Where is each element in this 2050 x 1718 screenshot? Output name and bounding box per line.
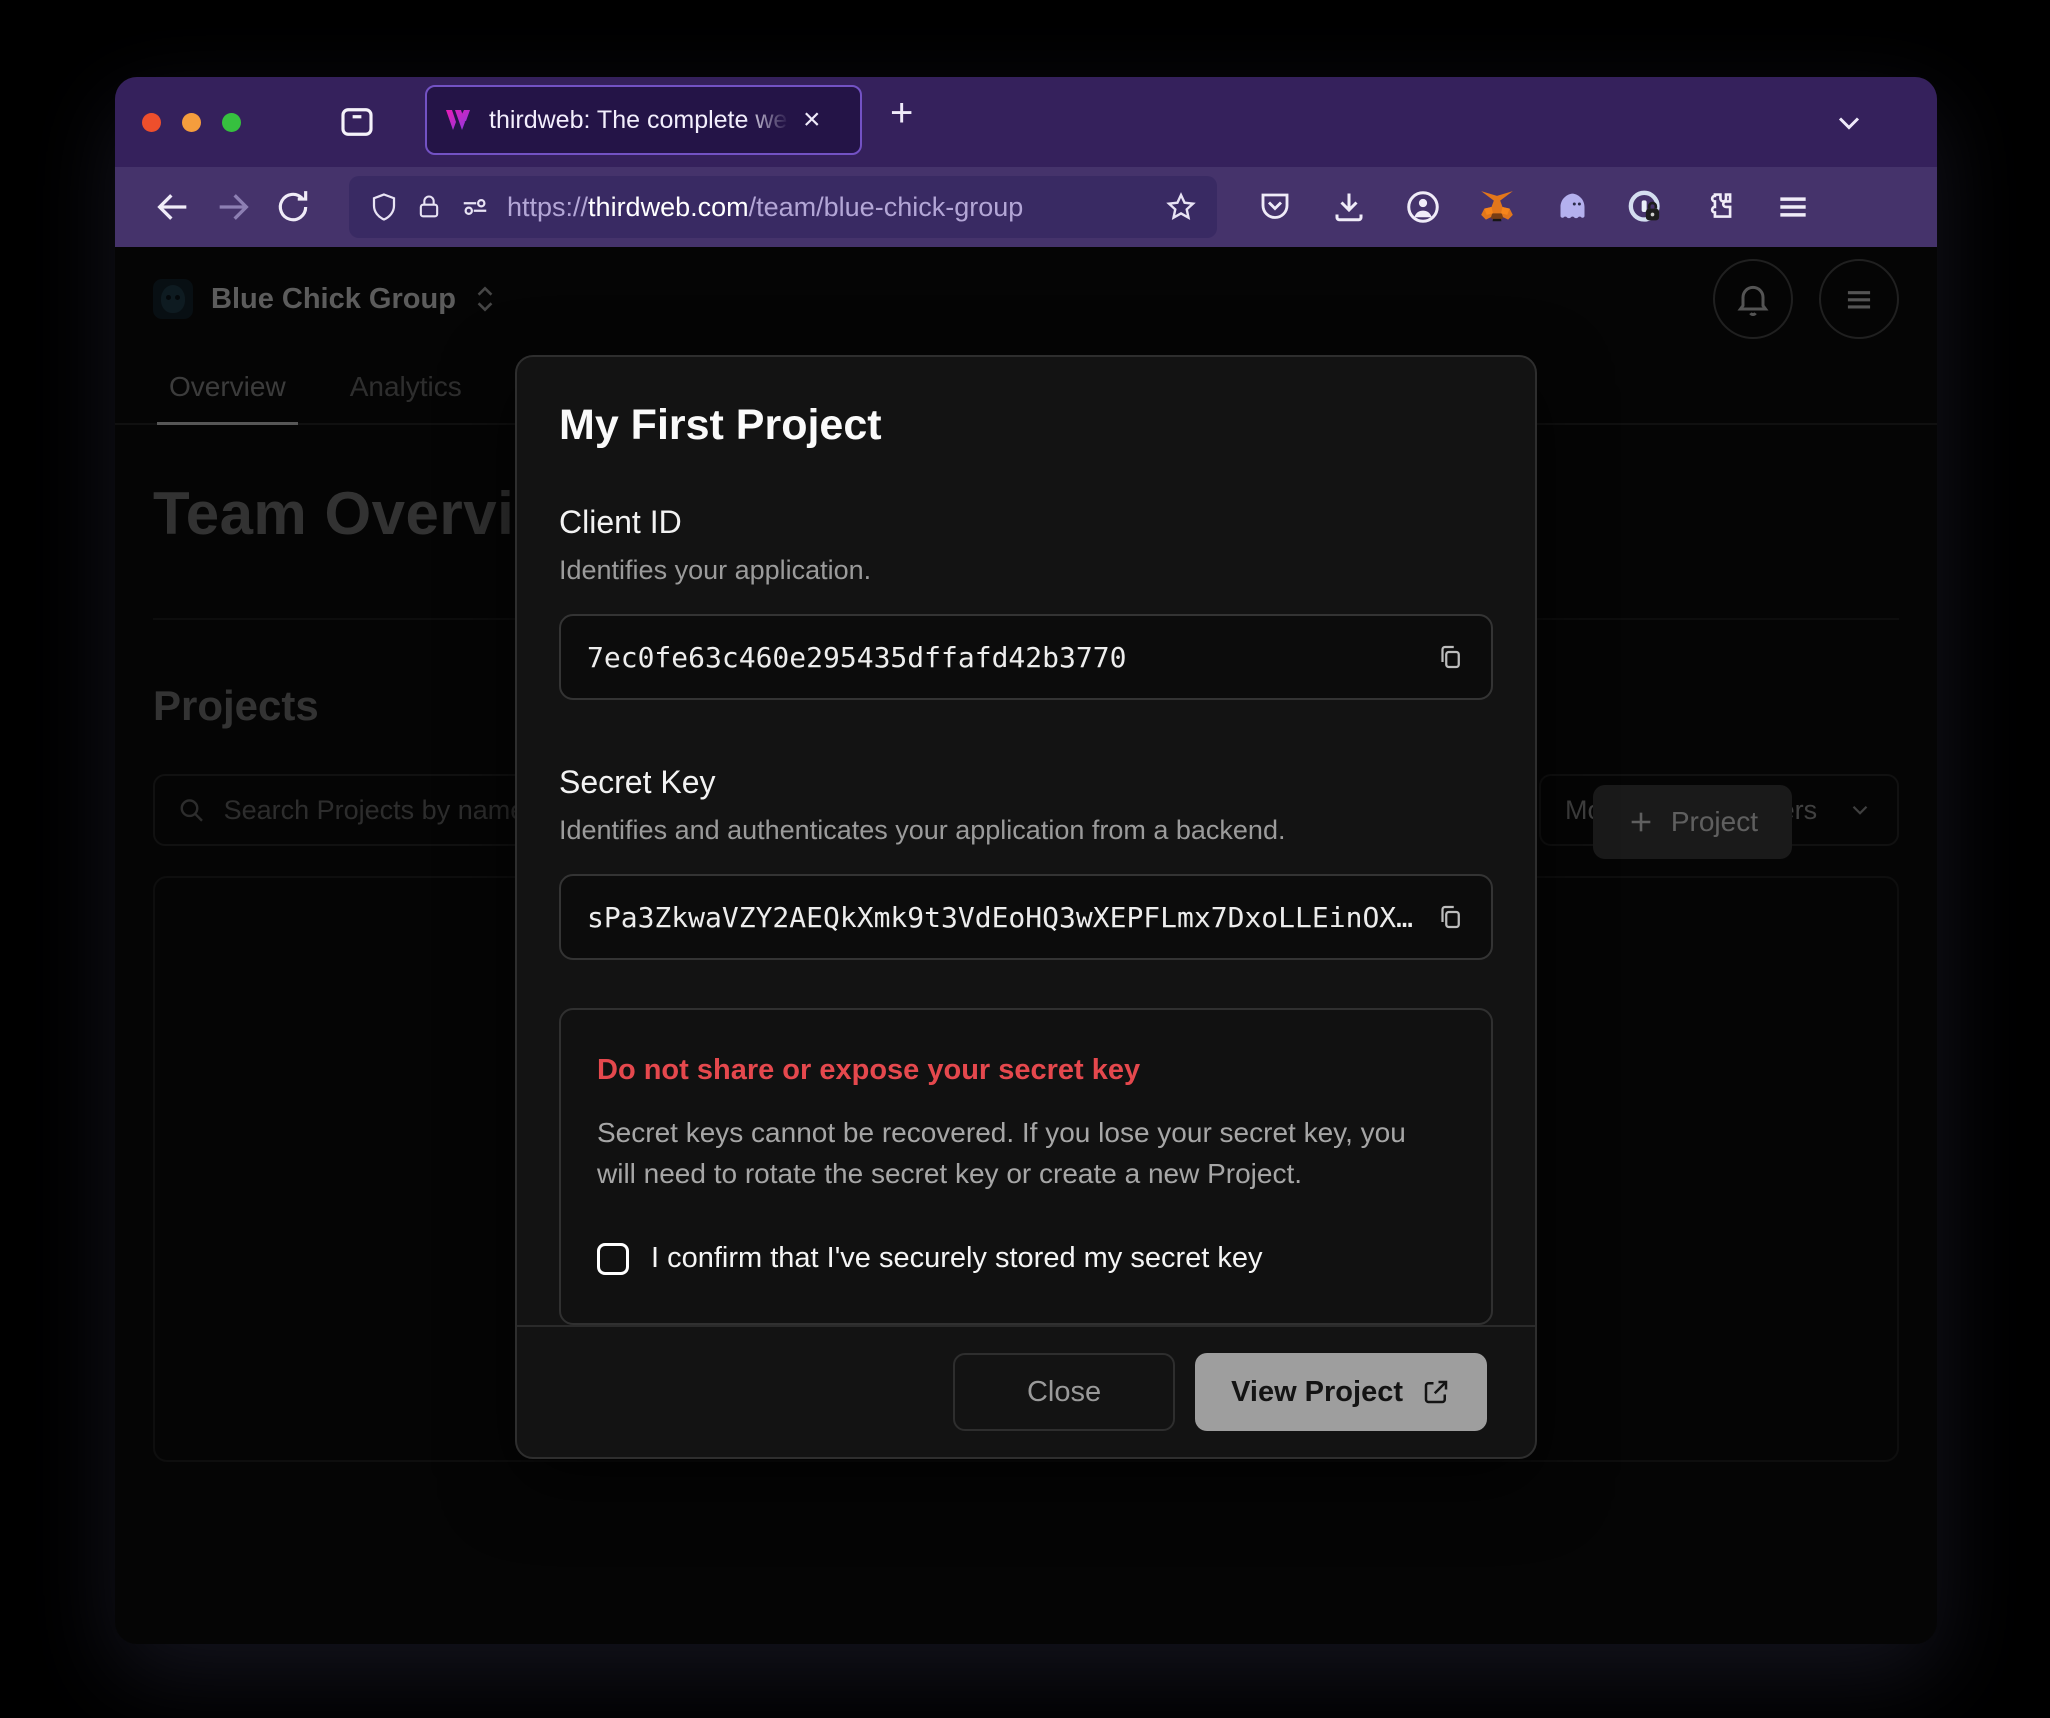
secret-key-value: sPa3ZkwaVZY2AEQkXmk9t3VdEoHQ3wXEPFLmx7Dx… xyxy=(587,901,1417,934)
tab-close-icon[interactable]: × xyxy=(803,105,821,135)
back-button[interactable] xyxy=(143,187,203,227)
warning-body: Secret keys cannot be recovered. If you … xyxy=(597,1113,1427,1194)
firefox-view-icon[interactable] xyxy=(336,101,378,143)
copy-icon xyxy=(1435,902,1465,932)
account-icon[interactable] xyxy=(1401,185,1445,229)
zoom-window-button[interactable] xyxy=(222,113,241,132)
thirdweb-favicon-icon xyxy=(445,107,475,133)
minimize-window-button[interactable] xyxy=(182,113,201,132)
secret-key-warning: Do not share or expose your secret key S… xyxy=(559,1008,1493,1325)
url-bar[interactable]: https://thirdweb.com/team/blue-chick-gro… xyxy=(349,176,1217,238)
client-id-label: Client ID xyxy=(559,504,1493,541)
metamask-icon[interactable] xyxy=(1475,185,1519,229)
warning-title: Do not share or expose your secret key xyxy=(597,1054,1455,1087)
downloads-icon[interactable] xyxy=(1327,185,1371,229)
confirm-checkbox[interactable] xyxy=(597,1243,629,1275)
lock-icon[interactable] xyxy=(415,192,443,222)
close-window-button[interactable] xyxy=(142,113,161,132)
close-button[interactable]: Close xyxy=(953,1353,1175,1431)
secret-key-label: Secret Key xyxy=(559,764,1493,801)
project-details-modal: My First Project Client ID Identifies yo… xyxy=(515,355,1537,1459)
phantom-icon[interactable] xyxy=(1549,185,1593,229)
browser-window: thirdweb: The complete web3 de × + xyxy=(115,77,1937,1644)
shield-icon[interactable] xyxy=(369,192,399,222)
confirm-checkbox-label[interactable]: I confirm that I've securely stored my s… xyxy=(651,1242,1263,1275)
view-project-button[interactable]: View Project xyxy=(1195,1353,1487,1431)
new-tab-button[interactable]: + xyxy=(890,91,913,136)
secret-key-field[interactable]: sPa3ZkwaVZY2AEQkXmk9t3VdEoHQ3wXEPFLmx7Dx… xyxy=(559,874,1493,960)
forward-button[interactable] xyxy=(203,187,263,227)
window-controls xyxy=(142,113,241,132)
menu-hamburger-icon[interactable] xyxy=(1771,185,1815,229)
copy-secret-key-button[interactable] xyxy=(1435,902,1465,932)
page-content: Blue Chick Group Overview Analytics xyxy=(115,247,1937,1644)
extensions-puzzle-icon[interactable] xyxy=(1697,185,1741,229)
toolbar-extensions xyxy=(1253,185,1815,229)
client-id-value: 7ec0fe63c460e295435dffafd42b3770 xyxy=(587,641,1417,674)
browser-tab[interactable]: thirdweb: The complete web3 de × xyxy=(425,85,862,155)
reload-button[interactable] xyxy=(263,188,323,226)
privacy-lock-icon[interactable] xyxy=(1623,185,1667,229)
modal-title: My First Project xyxy=(559,401,1493,450)
tab-title: thirdweb: The complete web3 de xyxy=(489,106,789,135)
secret-key-description: Identifies and authenticates your applic… xyxy=(559,815,1493,846)
bookmark-star-icon[interactable] xyxy=(1165,191,1197,223)
browser-toolbar: https://thirdweb.com/team/blue-chick-gro… xyxy=(115,167,1937,247)
client-id-description: Identifies your application. xyxy=(559,555,1493,586)
url-text[interactable]: https://thirdweb.com/team/blue-chick-gro… xyxy=(507,192,1149,223)
tab-bar: thirdweb: The complete web3 de × + xyxy=(115,77,1937,167)
copy-icon xyxy=(1435,642,1465,672)
external-link-icon xyxy=(1421,1377,1451,1407)
permissions-icon[interactable] xyxy=(459,192,491,222)
client-id-field[interactable]: 7ec0fe63c460e295435dffafd42b3770 xyxy=(559,614,1493,700)
modal-footer: Close View Project xyxy=(517,1325,1535,1457)
pocket-icon[interactable] xyxy=(1253,185,1297,229)
tab-list-chevron-icon[interactable] xyxy=(1831,105,1867,141)
copy-client-id-button[interactable] xyxy=(1435,642,1465,672)
